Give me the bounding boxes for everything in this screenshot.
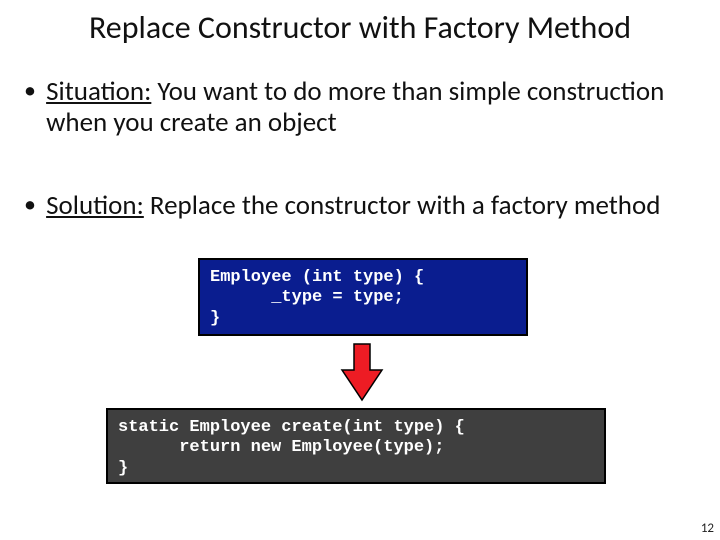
arrow-down-icon [340, 342, 384, 402]
bullet-dot-icon: • [20, 76, 40, 106]
page-number: 12 [701, 521, 714, 536]
code-after-box: static Employee create(int type) { retur… [106, 408, 606, 484]
solution-body: Replace the constructor with a factory m… [144, 189, 661, 222]
slide-title: Replace Constructor with Factory Method [0, 8, 720, 47]
solution-label: Solution: [46, 189, 144, 222]
situation-label: Situation: [46, 75, 151, 108]
bullet-situation: • Situation: You want to do more than si… [20, 76, 700, 138]
code-before-box: Employee (int type) { _type = type; } [198, 258, 528, 336]
bullet-situation-text: Situation: You want to do more than simp… [46, 76, 686, 138]
slide: Replace Constructor with Factory Method … [0, 0, 720, 540]
bullet-dot-icon: • [20, 190, 40, 220]
bullet-solution-text: Solution: Replace the constructor with a… [46, 190, 686, 221]
bullet-solution: • Solution: Replace the constructor with… [20, 190, 700, 221]
